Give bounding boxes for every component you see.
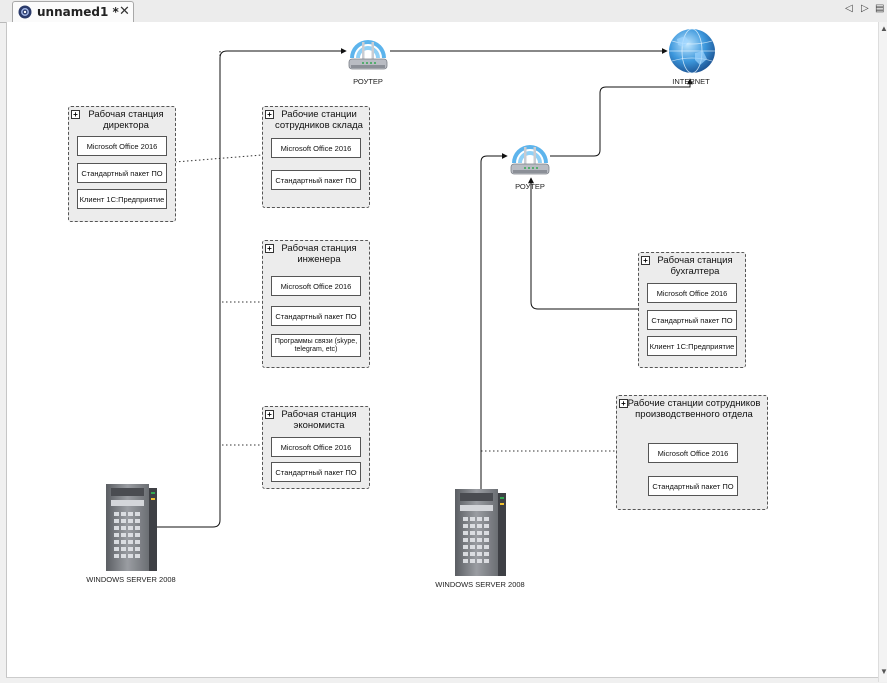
- router-2-label: РОУТЕР: [515, 182, 545, 191]
- group-item[interactable]: Стандартный пакет ПО: [77, 163, 167, 183]
- router-1[interactable]: [346, 28, 390, 79]
- group-item[interactable]: Стандартный пакет ПО: [647, 310, 737, 330]
- group-item[interactable]: Стандартный пакет ПО: [271, 306, 361, 326]
- server-icon: [455, 489, 506, 576]
- group-director[interactable]: + Рабочая станция директора Microsoft Of…: [68, 106, 176, 222]
- group-warehouse[interactable]: + Рабочие станции сотрудников склада Mic…: [262, 106, 370, 208]
- router-icon: [348, 40, 388, 70]
- group-economist[interactable]: + Рабочая станция экономиста Microsoft O…: [262, 406, 370, 489]
- group-item[interactable]: Клиент 1С:Предприятие: [77, 189, 167, 209]
- group-item[interactable]: Стандартный пакет ПО: [271, 170, 361, 190]
- group-item[interactable]: Стандартный пакет ПО: [271, 462, 361, 482]
- group-title: Рабочие станции сотрудников склада: [275, 109, 363, 131]
- server-2-label: WINDOWS SERVER 2008: [435, 580, 525, 589]
- server-icon: [106, 484, 157, 571]
- group-title: Рабочая станция инженера: [281, 243, 357, 265]
- group-accountant[interactable]: + Рабочая станция бухгалтера Microsoft O…: [638, 252, 746, 368]
- group-item[interactable]: Microsoft Office 2016: [648, 443, 738, 463]
- group-title: Рабочая станция директора: [88, 109, 164, 131]
- group-item[interactable]: Программы связи (skype, telegram, etc): [271, 334, 361, 357]
- group-production[interactable]: + Рабочие станции сотрудников производст…: [616, 395, 768, 510]
- group-item[interactable]: Microsoft Office 2016: [271, 276, 361, 296]
- server-2[interactable]: [455, 489, 507, 582]
- group-item[interactable]: Клиент 1С:Предприятие: [647, 336, 737, 356]
- router-1-label: РОУТЕР: [353, 77, 383, 86]
- server-1-label: WINDOWS SERVER 2008: [86, 575, 176, 584]
- group-item[interactable]: Microsoft Office 2016: [271, 138, 361, 158]
- server-1[interactable]: [106, 484, 158, 577]
- link-director: [174, 154, 263, 163]
- group-title: Рабочая станция бухгалтера: [657, 255, 733, 277]
- group-item[interactable]: Microsoft Office 2016: [647, 283, 737, 303]
- group-engineer[interactable]: + Рабочая станция инженера Microsoft Off…: [262, 240, 370, 368]
- group-title: Рабочие станции сотрудников производстве…: [627, 398, 761, 420]
- globe-icon: [669, 28, 715, 74]
- link-router2-internet: [550, 78, 693, 157]
- router-icon: [510, 145, 550, 175]
- group-item[interactable]: Microsoft Office 2016: [77, 136, 167, 156]
- group-title: Рабочая станция экономиста: [281, 409, 357, 431]
- link-server2-router2: [480, 153, 508, 490]
- internet-label: INTERNET: [672, 77, 710, 86]
- group-item[interactable]: Microsoft Office 2016: [271, 437, 361, 457]
- link-accountant-router2: [528, 177, 638, 310]
- router-2[interactable]: [508, 133, 552, 184]
- group-item[interactable]: Стандартный пакет ПО: [648, 476, 738, 496]
- internet-node[interactable]: [667, 27, 717, 80]
